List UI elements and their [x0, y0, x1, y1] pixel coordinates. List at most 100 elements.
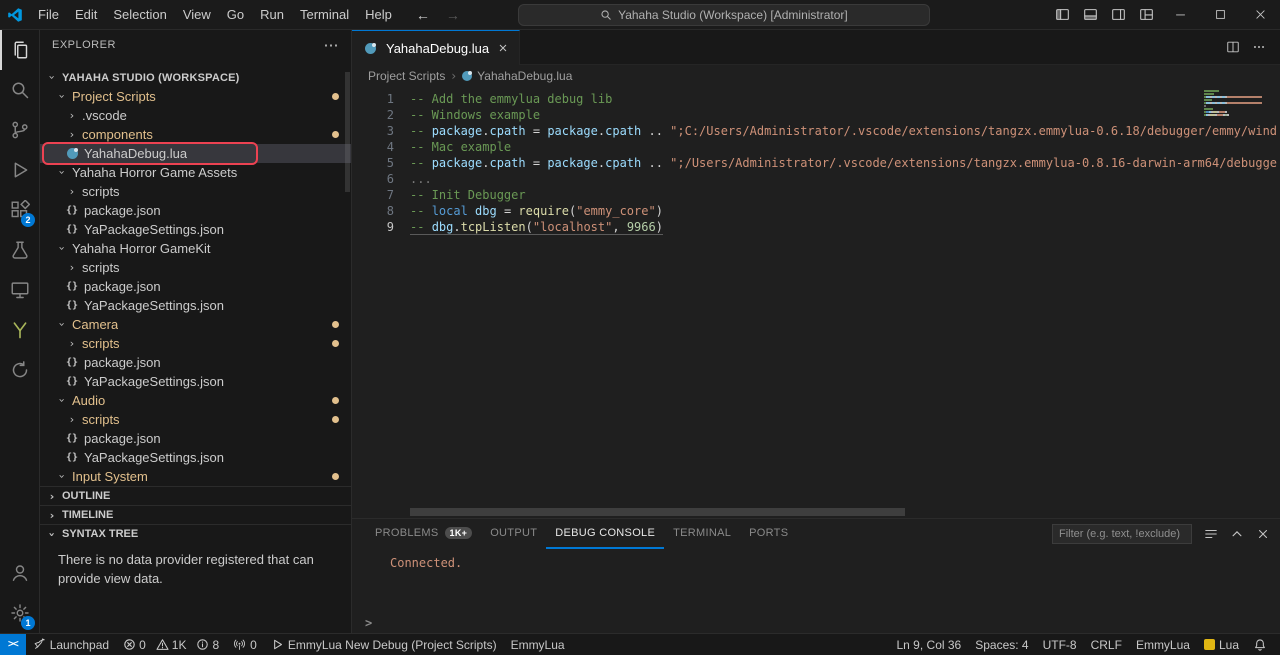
- code-editor[interactable]: 1-- Add the emmylua debug lib2-- Windows…: [352, 87, 1280, 518]
- command-center-search[interactable]: Yahaha Studio (Workspace) [Administrator…: [518, 4, 930, 26]
- close-window-icon[interactable]: [1240, 0, 1280, 29]
- folder-item-yahaha-horror-gamekit[interactable]: ›Yahaha Horror GameKit: [40, 239, 351, 258]
- layout-sidebar-right-icon[interactable]: [1104, 0, 1132, 29]
- chevron-down-icon: ›: [46, 526, 59, 542]
- folder-item-scripts[interactable]: ›scripts: [40, 258, 351, 277]
- menu-selection[interactable]: Selection: [105, 7, 174, 22]
- breadcrumb-yahahadebug-lua[interactable]: YahahaDebug.lua: [462, 69, 572, 83]
- indentation[interactable]: Spaces: 4: [968, 634, 1035, 655]
- activity-explorer[interactable]: [0, 30, 39, 70]
- sidebar-scrollbar[interactable]: [345, 72, 350, 192]
- panel-tab-debug-console[interactable]: DEBUG CONSOLE: [546, 519, 664, 549]
- ports-status[interactable]: 0: [226, 634, 264, 655]
- sidebar-header: EXPLORER ⋯: [40, 30, 351, 60]
- code-text: -- Init Debugger: [410, 187, 526, 203]
- file-item-yapackagesettings-json[interactable]: {}YaPackageSettings.json: [40, 372, 351, 391]
- folder-item-audio[interactable]: ›Audio: [40, 391, 351, 410]
- folder-item-yahaha-horror-game-assets[interactable]: ›Yahaha Horror Game Assets: [40, 163, 351, 182]
- activity-extensions[interactable]: 2: [0, 190, 39, 230]
- file-item-yahahadebug-lua[interactable]: YahahaDebug.lua: [40, 144, 351, 163]
- launchpad[interactable]: Launchpad: [26, 634, 116, 655]
- close-tab-icon[interactable]: [497, 42, 509, 54]
- remote-explorer-icon: [10, 280, 30, 300]
- folder-item-yahaha-studio-workspace[interactable]: ›YAHAHA STUDIO (WORKSPACE): [40, 68, 351, 87]
- language-server[interactable]: EmmyLua: [1129, 634, 1197, 655]
- panel-tab-output[interactable]: OUTPUT: [481, 519, 546, 549]
- panel-tab-ports[interactable]: PORTS: [740, 519, 797, 549]
- activity-yahaha-extension[interactable]: [0, 310, 39, 350]
- encoding[interactable]: UTF-8: [1036, 634, 1084, 655]
- back-arrow-icon[interactable]: ←: [416, 7, 430, 23]
- file-item-package-json[interactable]: {}package.json: [40, 201, 351, 220]
- folder-item-vscode[interactable]: ›.vscode: [40, 106, 351, 125]
- emmylua-status[interactable]: EmmyLua: [504, 634, 572, 655]
- activity-run-debug[interactable]: [0, 150, 39, 190]
- activity-settings-gear[interactable]: 1: [0, 593, 39, 633]
- file-item-package-json[interactable]: {}package.json: [40, 429, 351, 448]
- syntax-tree-message: There is no data provider registered tha…: [40, 543, 351, 589]
- more-actions-icon[interactable]: [1252, 40, 1266, 54]
- file-item-package-json[interactable]: {}package.json: [40, 353, 351, 372]
- menu-run[interactable]: Run: [252, 7, 292, 22]
- customize-layout-icon[interactable]: [1132, 0, 1160, 29]
- breadcrumb-project-scripts[interactable]: Project Scripts: [368, 69, 445, 83]
- activity-search[interactable]: [0, 70, 39, 110]
- folder-item-scripts[interactable]: ›scripts: [40, 410, 351, 429]
- activity-sync[interactable]: [0, 350, 39, 390]
- section-syntax-tree[interactable]: ›SYNTAX TREE: [40, 524, 351, 543]
- activity-account[interactable]: [0, 553, 39, 593]
- chevron-up-icon[interactable]: [1230, 527, 1244, 541]
- explorer-more-actions-icon[interactable]: ⋯: [324, 36, 340, 54]
- panel-tab-problems[interactable]: PROBLEMS1K+: [366, 519, 481, 549]
- folder-item-scripts[interactable]: ›scripts: [40, 334, 351, 353]
- code-line-8: 8-- local dbg = require("emmy_core"): [352, 203, 1280, 219]
- eol-sequence[interactable]: CRLF: [1084, 634, 1129, 655]
- menu-go[interactable]: Go: [219, 7, 252, 22]
- panel-tab-terminal[interactable]: TERMINAL: [664, 519, 740, 549]
- menu-view[interactable]: View: [175, 7, 219, 22]
- run-debug-icon: [10, 160, 30, 180]
- cursor-position[interactable]: Ln 9, Col 36: [890, 634, 969, 655]
- minimize-icon[interactable]: [1160, 0, 1200, 29]
- file-item-yapackagesettings-json[interactable]: {}YaPackageSettings.json: [40, 296, 351, 315]
- console-filter-input[interactable]: [1052, 524, 1192, 544]
- notifications[interactable]: [1246, 634, 1274, 655]
- menu-help[interactable]: Help: [357, 7, 400, 22]
- code-lines: 1-- Add the emmylua debug lib2-- Windows…: [352, 87, 1280, 235]
- close-icon[interactable]: [1256, 527, 1270, 541]
- section-outline[interactable]: ›OUTLINE: [40, 486, 351, 505]
- activity-testing[interactable]: [0, 230, 39, 270]
- minimap[interactable]: [1204, 90, 1266, 117]
- menu-terminal[interactable]: Terminal: [292, 7, 357, 22]
- file-item-package-json[interactable]: {}package.json: [40, 277, 351, 296]
- file-item-yapackagesettings-json[interactable]: {}YaPackageSettings.json: [40, 220, 351, 239]
- folder-item-input-system[interactable]: ›Input System: [40, 467, 351, 486]
- folder-item-project-scripts[interactable]: ›Project Scripts: [40, 87, 351, 106]
- sidebar-title: EXPLORER: [52, 39, 116, 51]
- menu-file[interactable]: File: [30, 7, 67, 22]
- horizontal-scrollbar[interactable]: [410, 508, 905, 516]
- forward-arrow-icon[interactable]: →: [446, 7, 460, 23]
- layout-panel-icon[interactable]: [1076, 0, 1104, 29]
- maximize-icon[interactable]: [1200, 0, 1240, 29]
- layout-sidebar-icon[interactable]: [1048, 0, 1076, 29]
- list-icon[interactable]: [1204, 527, 1218, 541]
- history-navigation: ← →: [416, 7, 460, 23]
- menu-edit[interactable]: Edit: [67, 7, 105, 22]
- activity-source-control[interactable]: [0, 110, 39, 150]
- language-mode[interactable]: Lua: [1197, 634, 1246, 655]
- activity-remote-explorer[interactable]: [0, 270, 39, 310]
- console-prompt-chevron[interactable]: >: [365, 616, 372, 630]
- file-item-yapackagesettings-json[interactable]: {}YaPackageSettings.json: [40, 448, 351, 467]
- split-editor-icon[interactable]: [1226, 40, 1240, 54]
- folder-item-scripts[interactable]: ›scripts: [40, 182, 351, 201]
- remote-indicator[interactable]: ><: [0, 634, 26, 655]
- debug-configuration[interactable]: EmmyLua New Debug (Project Scripts): [264, 634, 504, 655]
- folder-item-camera[interactable]: ›Camera: [40, 315, 351, 334]
- tab-yahahadebug-lua[interactable]: YahahaDebug.lua: [352, 30, 520, 65]
- folder-item-components[interactable]: ›components: [40, 125, 351, 144]
- item-label: YaPackageSettings.json: [84, 450, 224, 465]
- json-icon: {}: [64, 300, 80, 311]
- section-timeline[interactable]: ›TIMELINE: [40, 505, 351, 524]
- problems-summary[interactable]: 01K8: [116, 634, 226, 655]
